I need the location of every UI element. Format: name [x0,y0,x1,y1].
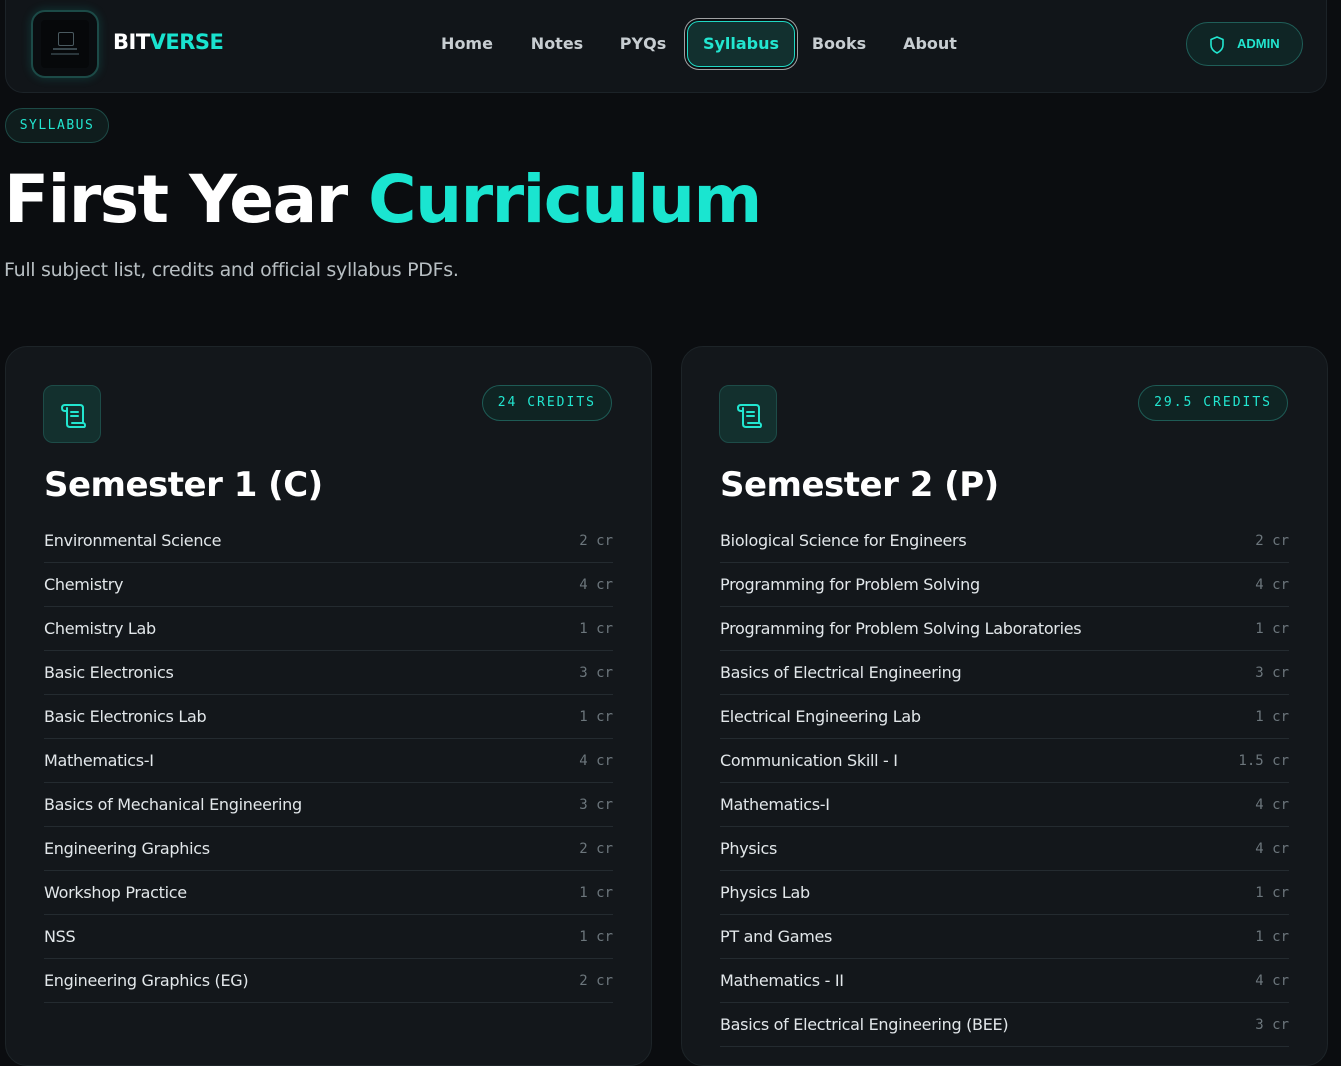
subject-row: Basic Electronics 3 cr [44,651,613,695]
scroll-icon [719,385,777,443]
subject-name: NSS [44,927,76,946]
subject-row: Programming for Problem Solving 4 cr [720,563,1289,607]
subject-row: Basics of Electrical Engineering 3 cr [720,651,1289,695]
subject-credits: 3 cr [1255,1017,1289,1033]
subject-credits: 3 cr [579,665,613,681]
subject-row: Electrical Engineering Lab 1 cr [720,695,1289,739]
nav-link-syllabus[interactable]: Syllabus [687,21,795,67]
semester-title: Semester 1 (C) [44,465,323,505]
subject-name: Environmental Science [44,531,222,550]
subject-name: Mathematics - II [720,971,844,990]
subject-name: Physics Lab [720,883,810,902]
subject-credits: 1 cr [1255,929,1289,945]
subject-credits: 4 cr [579,577,613,593]
subject-credits: 2 cr [1255,533,1289,549]
subject-name: Workshop Practice [44,883,187,902]
nav-link-books[interactable]: Books [800,21,878,67]
subject-row: Chemistry Lab 1 cr [44,607,613,651]
subject-row: Engineering Graphics 2 cr [44,827,613,871]
admin-label: ADMIN [1237,36,1280,51]
subject-name: Basics of Mechanical Engineering [44,795,302,814]
nav-links: Home Notes PYQs Syllabus Books About [6,21,1326,67]
page-title-part-2: Curriculum [368,161,762,238]
scroll-icon [43,385,101,443]
subject-name: Basic Electronics Lab [44,707,207,726]
subject-credits: 4 cr [1255,577,1289,593]
semester-title: Semester 2 (P) [720,465,999,505]
subject-row: Mathematics - II 4 cr [720,959,1289,1003]
subject-name: Programming for Problem Solving Laborato… [720,619,1082,638]
subject-name: Basics of Electrical Engineering [720,663,962,682]
subject-name: Engineering Graphics [44,839,210,858]
subject-row: Chemistry 4 cr [44,563,613,607]
subject-credits: 2 cr [579,533,613,549]
subject-name: Chemistry Lab [44,619,156,638]
subject-row: Basics of Mechanical Engineering 3 cr [44,783,613,827]
subject-credits: 1 cr [1255,709,1289,725]
subject-name: Basics of Electrical Engineering (BEE) [720,1015,1009,1034]
subject-name: Programming for Problem Solving [720,575,980,594]
subject-name: Physics [720,839,778,858]
page-title-part-1: First Year [4,161,369,238]
subject-name: Engineering Graphics (EG) [44,971,249,990]
subject-credits: 1 cr [579,621,613,637]
page-title: First Year Curriculum [4,160,762,240]
subject-credits: 1 cr [579,885,613,901]
subject-row: Engineering Graphics (EG) 2 cr [44,959,613,1003]
subject-row: PT and Games 1 cr [720,915,1289,959]
nav-link-notes[interactable]: Notes [516,21,598,67]
nav-link-home[interactable]: Home [426,21,508,67]
subject-credits: 2 cr [579,973,613,989]
subject-row: Programming for Problem Solving Laborato… [720,607,1289,651]
subject-row: Environmental Science 2 cr [44,519,613,563]
subject-credits: 1 cr [1255,621,1289,637]
subject-name: Biological Science for Engineers [720,531,967,550]
subject-list: Environmental Science 2 cr Chemistry 4 cr … [44,519,613,1003]
subject-list: Biological Science for Engineers 2 cr Pro… [720,519,1289,1047]
subject-name: Electrical Engineering Lab [720,707,921,726]
subject-credits: 4 cr [1255,841,1289,857]
nav-link-pyqs[interactable]: PYQs [604,21,682,67]
subject-credits: 3 cr [1255,665,1289,681]
credits-badge: 24 CREDITS [481,385,612,421]
subject-row: Workshop Practice 1 cr [44,871,613,915]
subject-name: PT and Games [720,927,833,946]
subject-name: Chemistry [44,575,124,594]
subject-row: Communication Skill - I 1.5 cr [720,739,1289,783]
credits-badge: 29.5 CREDITS [1138,385,1288,421]
subject-row: Biological Science for Engineers 2 cr [720,519,1289,563]
subject-row: NSS 1 cr [44,915,613,959]
subject-credits: 4 cr [579,753,613,769]
subject-row: Physics 4 cr [720,827,1289,871]
admin-button[interactable]: ADMIN [1186,22,1303,66]
page-subtitle: Full subject list, credits and official … [4,259,459,281]
subject-credits: 1 cr [579,709,613,725]
subject-name: Mathematics-I [44,751,154,770]
subject-credits: 1 cr [1255,885,1289,901]
subject-row: Basics of Electrical Engineering (BEE) 3 … [720,1003,1289,1047]
section-tag: SYLLABUS [5,108,109,143]
top-navbar: BITVERSE Home Notes PYQs Syllabus Books … [5,0,1327,93]
subject-name: Communication Skill - I [720,751,898,770]
subject-row: Mathematics-I 4 cr [720,783,1289,827]
subject-row: Mathematics-I 4 cr [44,739,613,783]
subject-credits: 4 cr [1255,973,1289,989]
subject-name: Basic Electronics [44,663,174,682]
subject-credits: 3 cr [579,797,613,813]
semester-card-2: 29.5 CREDITS Semester 2 (P) Biological S… [681,346,1328,1066]
subject-credits: 1.5 cr [1238,753,1289,769]
subject-row: Basic Electronics Lab 1 cr [44,695,613,739]
nav-link-about[interactable]: About [890,21,970,67]
subject-credits: 4 cr [1255,797,1289,813]
subject-name: Mathematics-I [720,795,830,814]
shield-icon [1210,36,1224,54]
subject-row: Physics Lab 1 cr [720,871,1289,915]
subject-credits: 1 cr [579,929,613,945]
subject-credits: 2 cr [579,841,613,857]
semester-card-1: 24 CREDITS Semester 1 (C) Environmental … [5,346,652,1066]
